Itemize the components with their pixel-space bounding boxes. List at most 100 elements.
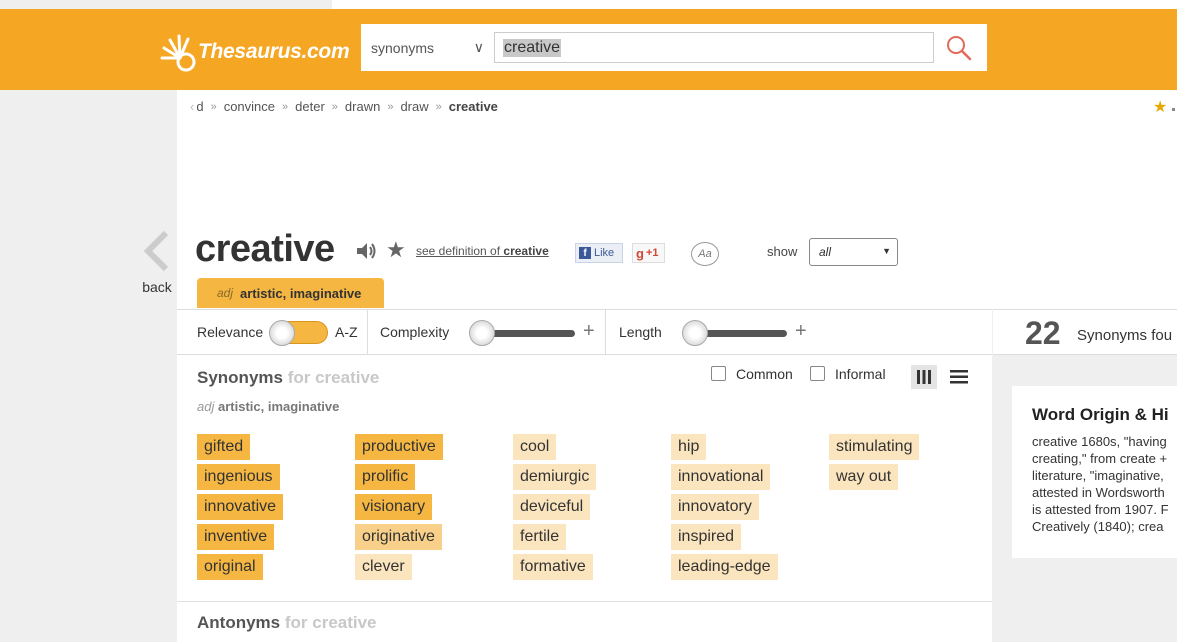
font-size-icon[interactable]: Aa bbox=[691, 242, 719, 266]
search-category-select[interactable]: synonyms ∨ bbox=[361, 24, 492, 71]
logo-text: Thesaurus.com bbox=[198, 40, 350, 63]
synonyms-sense-def: artistic, imaginative bbox=[217, 399, 340, 414]
breadcrumb-scroll-left-icon[interactable]: ‹ bbox=[190, 99, 194, 114]
filter-divider bbox=[367, 310, 368, 354]
search-category-value: synonyms bbox=[371, 39, 435, 56]
synonym-chip[interactable]: deviceful bbox=[513, 494, 591, 520]
synonym-chip[interactable]: way out bbox=[829, 464, 899, 490]
synonym-chip[interactable]: productive bbox=[355, 434, 443, 460]
sun-rays-icon bbox=[160, 34, 196, 72]
search-icon bbox=[947, 35, 972, 60]
see-definition-word: creative bbox=[503, 244, 549, 258]
see-definition-link[interactable]: see definition of creative bbox=[416, 244, 549, 258]
breadcrumb-item[interactable]: draw bbox=[400, 99, 428, 114]
word-origin-text: creative 1680s, "having creating," from … bbox=[1032, 433, 1177, 535]
facebook-like-label: Like bbox=[594, 247, 615, 259]
breadcrumb: ‹ d » convince » deter » drawn » draw » … bbox=[190, 99, 498, 114]
origin-line: creating," from create + bbox=[1032, 451, 1168, 466]
length-label: Length bbox=[619, 324, 662, 340]
synonym-chip[interactable]: inspired bbox=[671, 524, 742, 550]
synonym-chip[interactable]: hip bbox=[671, 434, 707, 460]
chevron-down-icon: ∨ bbox=[473, 39, 484, 55]
length-slider-handle[interactable] bbox=[682, 320, 708, 346]
synonym-chip[interactable]: fertile bbox=[513, 524, 567, 550]
sense-tab[interactable]: adj artistic, imaginative bbox=[197, 278, 384, 308]
list-icon bbox=[950, 370, 968, 384]
show-filter-select[interactable]: all ▼ bbox=[809, 238, 898, 266]
synonym-chip[interactable]: prolific bbox=[355, 464, 416, 490]
google-plus-label: +1 bbox=[645, 247, 659, 259]
breadcrumb-current: creative bbox=[448, 99, 498, 114]
synonym-chip[interactable]: clever bbox=[355, 554, 412, 580]
facebook-like-button[interactable]: f Like bbox=[575, 243, 623, 263]
breadcrumb-item[interactable]: deter bbox=[295, 99, 325, 114]
synonym-chip[interactable]: stimulating bbox=[829, 434, 920, 460]
search-bar: synonyms ∨ creative bbox=[361, 24, 987, 71]
breadcrumb-item[interactable]: convince bbox=[224, 99, 275, 114]
synonym-chip[interactable]: inventive bbox=[197, 524, 275, 550]
antonyms-heading-for: for creative bbox=[284, 613, 377, 632]
synonyms-heading: Synonyms for creative bbox=[197, 368, 379, 388]
synonym-chip[interactable]: visionary bbox=[355, 494, 433, 520]
search-input[interactable]: creative bbox=[494, 32, 934, 63]
search-button[interactable] bbox=[941, 32, 977, 63]
sense-pos: adj bbox=[217, 286, 234, 300]
breadcrumb-item[interactable]: drawn bbox=[345, 99, 380, 114]
synonym-chip[interactable]: originative bbox=[355, 524, 442, 550]
breadcrumb-separator: » bbox=[387, 100, 394, 113]
synonym-chip[interactable]: innovatory bbox=[671, 494, 759, 520]
origin-line: is attested from 1907. F bbox=[1032, 502, 1169, 517]
breadcrumb-separator: » bbox=[210, 100, 217, 113]
antonyms-heading: Antonyms for creative bbox=[197, 613, 377, 633]
synonym-chip[interactable]: demiurgic bbox=[513, 464, 597, 490]
relevance-az-toggle[interactable] bbox=[269, 320, 328, 346]
synonym-chip[interactable]: innovative bbox=[197, 494, 284, 520]
synonym-chip[interactable]: formative bbox=[513, 554, 593, 580]
synonym-chip[interactable]: original bbox=[197, 554, 263, 580]
synonym-chip[interactable]: gifted bbox=[197, 434, 251, 460]
header-top-strip bbox=[332, 0, 1177, 9]
see-definition-prefix: see definition of bbox=[416, 244, 501, 258]
informal-checkbox[interactable] bbox=[810, 366, 825, 381]
filter-divider bbox=[605, 310, 606, 354]
synonym-column: hip innovational innovatory inspired lea… bbox=[671, 434, 778, 580]
word-origin-title: Word Origin & Hi bbox=[1032, 405, 1169, 424]
favorites-star-icon[interactable]: ★ bbox=[1153, 97, 1167, 117]
google-plus-button[interactable]: g +1 bbox=[632, 243, 665, 263]
back-button[interactable]: back bbox=[139, 230, 175, 295]
favorite-star-icon[interactable]: ★ bbox=[386, 237, 406, 263]
synonyms-heading-label: Synonyms bbox=[197, 368, 283, 387]
site-logo[interactable]: Thesaurus.com bbox=[160, 29, 350, 75]
google-plus-icon: g bbox=[636, 245, 644, 261]
synonyms-sense-pos: adj bbox=[197, 399, 215, 414]
breadcrumb-item[interactable]: d bbox=[196, 99, 203, 114]
synonym-chip[interactable]: innovational bbox=[671, 464, 771, 490]
show-filter-value: all bbox=[819, 245, 832, 259]
complexity-plus-icon[interactable]: + bbox=[583, 320, 595, 343]
list-view-button[interactable] bbox=[947, 365, 971, 389]
page-title: creative bbox=[195, 228, 335, 270]
informal-label: Informal bbox=[835, 366, 886, 382]
sense-definition: artistic, imaginative bbox=[240, 285, 362, 301]
toggle-knob[interactable] bbox=[269, 320, 295, 346]
common-checkbox[interactable] bbox=[711, 366, 726, 381]
synonym-chip[interactable]: leading-edge bbox=[671, 554, 778, 580]
breadcrumb-separator: » bbox=[435, 100, 442, 113]
synonym-count-label: Synonyms fou bbox=[1077, 327, 1173, 344]
synonym-count: 22 bbox=[1025, 315, 1061, 351]
synonym-chip[interactable]: ingenious bbox=[197, 464, 280, 490]
chevron-left-icon bbox=[143, 230, 169, 272]
show-label: show bbox=[767, 244, 798, 259]
synonym-chip[interactable]: cool bbox=[513, 434, 557, 460]
dropdown-arrow-icon: ▼ bbox=[882, 246, 891, 256]
site-header: Thesaurus.com synonyms ∨ creative bbox=[0, 9, 1177, 90]
synonym-column: cool demiurgic deviceful fertile formati… bbox=[513, 434, 597, 580]
complexity-slider-handle[interactable] bbox=[469, 320, 495, 346]
column-view-button[interactable] bbox=[911, 365, 937, 389]
section-divider bbox=[177, 601, 992, 602]
speaker-icon[interactable] bbox=[355, 241, 377, 266]
breadcrumb-separator: » bbox=[282, 100, 289, 113]
origin-line: literature, "imaginative, bbox=[1032, 468, 1164, 483]
favorites-indicator bbox=[1172, 108, 1175, 111]
length-plus-icon[interactable]: + bbox=[795, 320, 807, 343]
